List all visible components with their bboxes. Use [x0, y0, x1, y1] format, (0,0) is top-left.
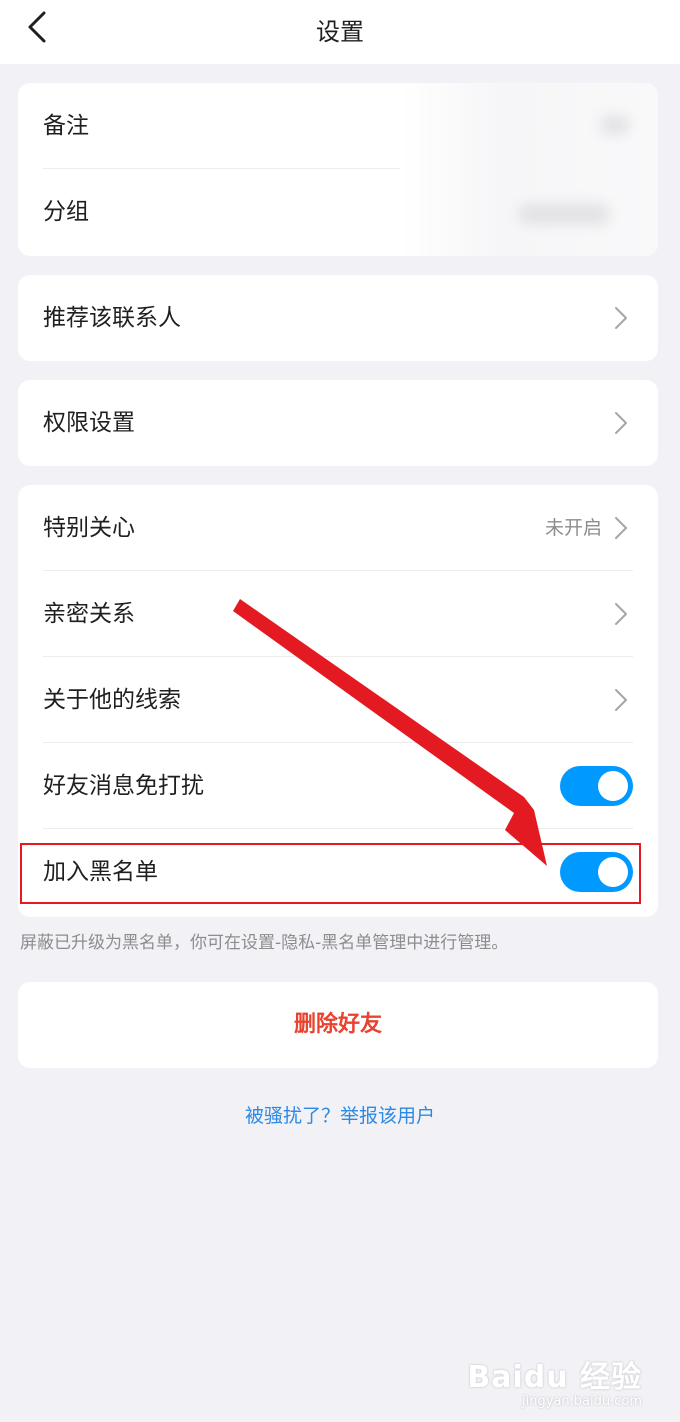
permission-settings-row[interactable]: 权限设置	[18, 380, 658, 466]
watermark-url: jingyan.baidu.com	[522, 1394, 642, 1409]
report-user-link[interactable]: 被骚扰了？举报该用户	[0, 1101, 680, 1128]
toggle-knob	[598, 771, 628, 801]
special-care-status: 未开启	[544, 517, 602, 539]
special-care-row[interactable]: 特别关心 未开启	[18, 485, 658, 571]
group-label: 分组	[43, 199, 89, 225]
blurred-values	[400, 83, 658, 256]
remark-label: 备注	[43, 113, 89, 139]
recommend-contact-row[interactable]: 推荐该联系人	[18, 275, 658, 361]
chevron-right-icon	[615, 603, 627, 625]
chevron-right-icon	[615, 412, 627, 434]
recommend-card: 推荐该联系人	[18, 275, 658, 361]
special-care-label: 特别关心	[43, 515, 135, 541]
chevron-right-icon	[615, 307, 627, 329]
permission-settings-label: 权限设置	[43, 410, 135, 436]
blacklist-row: 加入黑名单	[18, 829, 658, 915]
relation-card: 特别关心 未开启 亲密关系 关于他的线索 好友消息免打扰 加入黑名单	[18, 485, 658, 917]
toggle-knob	[598, 857, 628, 887]
mute-messages-toggle[interactable]	[560, 766, 633, 806]
top-bar: 设置	[0, 0, 680, 64]
recommend-contact-label: 推荐该联系人	[43, 305, 181, 331]
page-title: 设置	[316, 18, 364, 46]
intimate-relation-label: 亲密关系	[43, 601, 135, 627]
chevron-right-icon	[615, 689, 627, 711]
blacklist-hint: 屏蔽已升级为黑名单，你可在设置-隐私-黑名单管理中进行管理。	[20, 933, 509, 953]
profile-card: 备注 分组	[18, 83, 658, 256]
blacklist-label: 加入黑名单	[43, 859, 158, 885]
clues-label: 关于他的线索	[43, 687, 181, 713]
baidu-watermark: Baidu 经验 jingyan.baidu.com	[467, 1352, 642, 1409]
clues-row[interactable]: 关于他的线索	[18, 657, 658, 743]
mute-messages-row: 好友消息免打扰	[18, 743, 658, 829]
mute-messages-label: 好友消息免打扰	[43, 773, 204, 799]
watermark-logo: Baidu 经验	[467, 1360, 642, 1395]
chevron-right-icon	[615, 517, 627, 539]
intimate-relation-row[interactable]: 亲密关系	[18, 571, 658, 657]
permission-card: 权限设置	[18, 380, 658, 466]
blacklist-toggle[interactable]	[560, 852, 633, 892]
delete-friend-button[interactable]: 删除好友	[18, 982, 658, 1068]
delete-friend-label: 删除好友	[293, 1012, 382, 1037]
